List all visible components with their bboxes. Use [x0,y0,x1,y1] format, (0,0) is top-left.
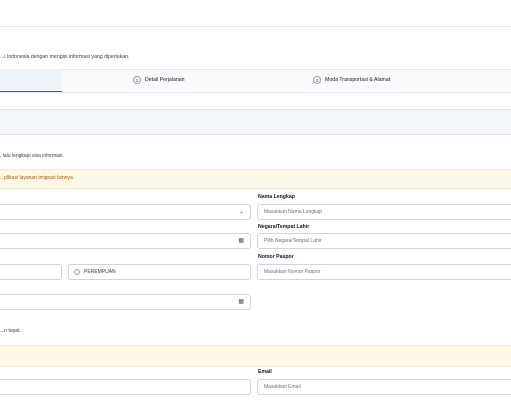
phone-input[interactable] [0,379,251,395]
gender-male-radio[interactable] [0,264,62,280]
gender-female-label: PEREMPUAN [84,269,116,275]
step-detail-perjalanan[interactable]: 2 Detail Perjalanan [133,74,185,86]
notice-banner [0,345,511,367]
warning-banner [0,169,511,189]
passport-expiry-input[interactable]: ▦ [0,294,251,310]
full-name-input[interactable]: Masukkan Nama Lengkap [257,204,511,220]
warning-text: ...plikasi layanan imigrasi lainnya [0,175,73,181]
radio-icon [74,269,80,275]
section-header [0,109,511,135]
email-input[interactable]: Masukkan Email [257,379,511,395]
step-active-tab[interactable] [0,69,62,92]
full-name-label: Nama Lengkap [258,194,295,200]
top-bar [0,0,511,27]
gender-female-radio[interactable]: PEREMPUAN [68,264,251,280]
instruction-text-2: ...n tepat. [0,328,21,334]
birth-date-input[interactable]: ▦ [0,233,251,249]
passport-input[interactable]: Masukkan Nomor Paspor [257,264,511,280]
email-placeholder: Masukkan Email [264,384,301,390]
step-label: Moda Transportasi & Alamat [325,77,391,83]
stepper [0,69,511,93]
passport-placeholder: Masukkan Nomor Paspor [264,269,321,275]
full-name-placeholder: Masukkan Nama Lengkap [264,209,323,215]
step-number: 2 [133,76,141,84]
intro-text: ...i Indonesia dengan mengisi informasi … [0,54,130,60]
chevron-down-icon: ⌄ [238,209,244,215]
nationality-select[interactable]: ⌄ [0,204,251,220]
step-moda-transportasi[interactable]: 3 Moda Transportasi & Alamat [313,74,390,86]
calendar-icon: ▦ [238,238,244,244]
birth-country-placeholder: Pilih Negara/Tempat Lahir [264,238,322,244]
passport-label: Nomor Paspor [258,254,294,260]
email-label: Email [258,369,272,375]
step-label: Detail Perjalanan [145,77,185,83]
birth-country-select[interactable]: Pilih Negara/Tempat Lahir [257,233,511,249]
step-number: 3 [313,76,321,84]
birth-country-label: Negara/Tempat Lahir [258,224,310,230]
instruction-text: , lalu lengkapi sisa informasi. [0,153,64,159]
calendar-icon: ▦ [238,299,244,305]
